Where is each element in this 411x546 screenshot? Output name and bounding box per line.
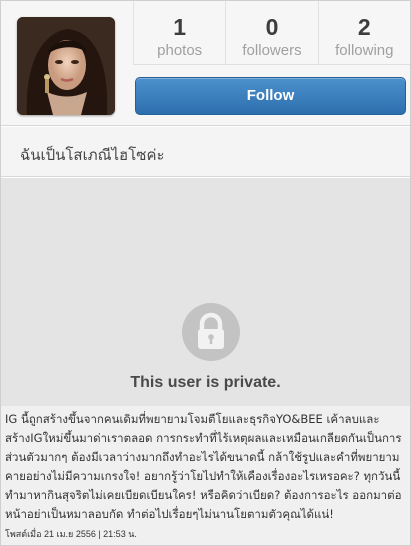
caption-block: IG นี้ถูกสร้างขึ้นจากคนเดิมที่พยายามโจมต… xyxy=(1,406,410,545)
stat-following-label: following xyxy=(335,42,394,59)
profile-header: 1 photos 0 followers 2 following Follow xyxy=(1,1,410,126)
private-message: This user is private. xyxy=(130,374,281,391)
stat-photos-count: 1 xyxy=(173,14,187,40)
stat-followers-label: followers xyxy=(242,42,302,59)
stat-following-count: 2 xyxy=(357,14,371,40)
stat-followers[interactable]: 0 followers xyxy=(225,1,317,64)
caption-text: IG นี้ถูกสร้างขึ้นจากคนเดิมที่พยายามโจมต… xyxy=(5,412,402,521)
bio-section: ฉันเป็นโสเภณีไฮโซค่ะ xyxy=(1,127,410,177)
profile-stats: 1 photos 0 followers 2 following xyxy=(133,1,410,65)
private-account-panel: This user is private. xyxy=(1,178,410,406)
stat-following[interactable]: 2 following xyxy=(317,1,410,64)
avatar-photo xyxy=(17,17,115,115)
stat-photos[interactable]: 1 photos xyxy=(133,1,225,64)
stat-followers-count: 0 xyxy=(265,14,279,40)
screenshot-frame: 1 photos 0 followers 2 following Follow … xyxy=(0,0,411,546)
avatar[interactable] xyxy=(17,17,115,115)
follow-button[interactable]: Follow xyxy=(135,77,406,115)
lock-icon xyxy=(182,303,240,361)
profile-bio: ฉันเป็นโสเภณีไฮโซค่ะ xyxy=(20,147,165,164)
stat-photos-label: photos xyxy=(157,42,203,59)
caption-timestamp: โพสต์เมื่อ 21 เม.ย 2556 | 21:53 น. xyxy=(5,529,137,539)
